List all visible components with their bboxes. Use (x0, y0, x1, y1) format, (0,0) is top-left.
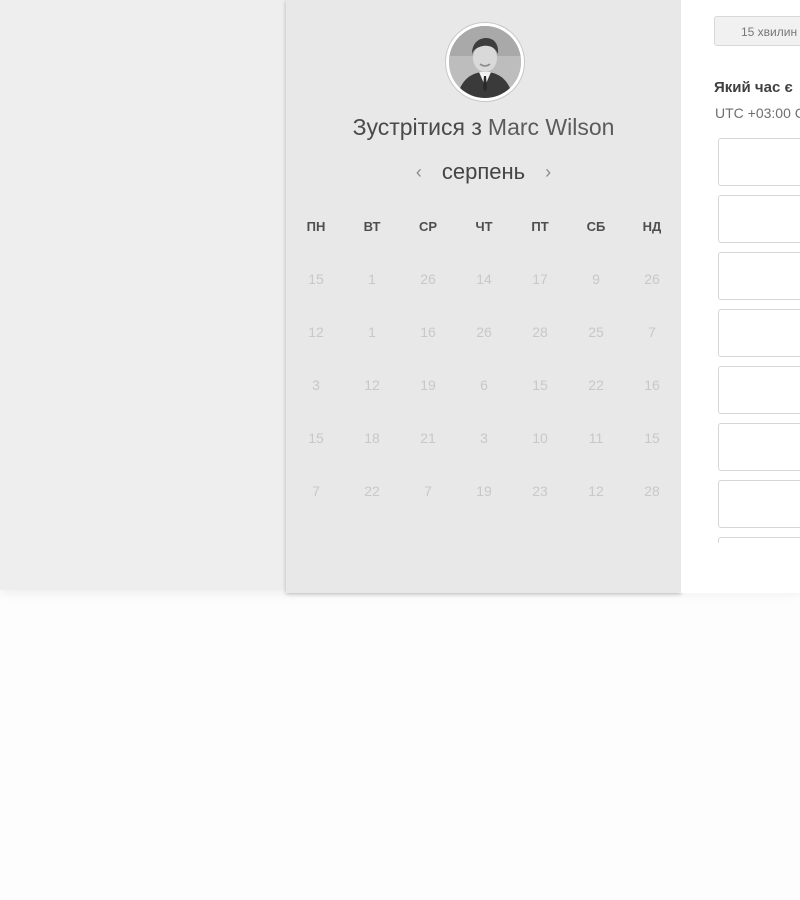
weekday-label: НД (642, 219, 662, 234)
time-selection-panel: 15 хвилин Який час є UTC +03:00 С (681, 0, 800, 593)
weekday-header: ПН ВТ СР ЧТ ПТ СБ НД (288, 218, 680, 236)
timezone-label[interactable]: UTC +03:00 С (715, 105, 800, 121)
left-empty-area (0, 0, 286, 590)
host-avatar (446, 23, 524, 101)
calendar-day: 26 (644, 271, 660, 287)
time-slot[interactable] (718, 366, 800, 414)
calendar-day: 23 (532, 483, 548, 499)
calendar-day: 7 (424, 483, 432, 499)
time-slot[interactable] (718, 309, 800, 357)
calendar-day: 11 (588, 430, 604, 446)
calendar-day: 14 (476, 271, 492, 287)
calendar-day: 17 (532, 271, 548, 287)
calendar-day: 22 (364, 483, 380, 499)
person-photo-icon (449, 26, 521, 98)
weekday-label: ПН (306, 219, 326, 234)
calendar-day: 26 (420, 271, 436, 287)
calendar-day: 22 (588, 377, 604, 393)
time-slot[interactable] (718, 252, 800, 300)
time-slot[interactable] (718, 138, 800, 186)
calendar-day: 6 (480, 377, 488, 393)
calendar-day: 16 (644, 377, 660, 393)
weekday-label: СР (418, 219, 438, 234)
calendar-day: 16 (420, 324, 436, 340)
calendar-day: 3 (480, 430, 488, 446)
calendar-day: 19 (476, 483, 492, 499)
calendar-day: 21 (420, 430, 436, 446)
calendar-day: 12 (588, 483, 604, 499)
calendar-day: 15 (308, 430, 324, 446)
time-slot[interactable] (718, 423, 800, 471)
calendar-day: 9 (592, 271, 600, 287)
calendar-day: 18 (364, 430, 380, 446)
weekday-label: ЧТ (475, 219, 493, 234)
time-question-heading: Який час є (714, 79, 793, 96)
time-slot[interactable] (718, 537, 800, 543)
time-slot[interactable] (718, 480, 800, 528)
calendar-day: 28 (644, 483, 660, 499)
calendar-day: 28 (532, 324, 548, 340)
calendar-day: 1 (368, 324, 376, 340)
calendar-day: 7 (648, 324, 656, 340)
weekday-label: ВТ (363, 219, 381, 234)
meeting-title-prefix: Зустрітися з (352, 114, 482, 140)
duration-button[interactable]: 15 хвилин (714, 16, 800, 46)
calendar-day: 15 (308, 271, 324, 287)
weekday-label: ПТ (531, 219, 549, 234)
calendar-panel: Зустрітися з Marc Wilson ‹ серпень › ПН В… (286, 0, 681, 593)
calendar-day: 7 (312, 483, 320, 499)
month-label: серпень (441, 159, 526, 184)
calendar-day: 10 (532, 430, 548, 446)
meeting-title: Зустрітися з Marc Wilson (286, 114, 681, 141)
calendar-day: 15 (532, 377, 548, 393)
calendar-day: 15 (644, 430, 660, 446)
calendar-day: 12 (364, 377, 380, 393)
calendar-day: 12 (308, 324, 324, 340)
host-name: Marc Wilson (487, 114, 615, 140)
calendar-day: 25 (588, 324, 604, 340)
month-navigation: ‹ серпень › (286, 158, 681, 186)
calendar-day: 3 (312, 377, 320, 393)
chevron-left-icon[interactable]: ‹ (412, 158, 426, 186)
chevron-right-icon[interactable]: › (541, 158, 555, 186)
calendar-days-grid: 15 1 26 14 17 9 26 12 1 16 26 28 25 7 3 … (288, 268, 680, 533)
weekday-label: СБ (586, 219, 606, 234)
calendar-day: 19 (420, 377, 436, 393)
time-slot[interactable] (718, 195, 800, 243)
calendar-day: 26 (476, 324, 492, 340)
time-slot-list (718, 138, 800, 543)
calendar-day: 1 (368, 271, 376, 287)
